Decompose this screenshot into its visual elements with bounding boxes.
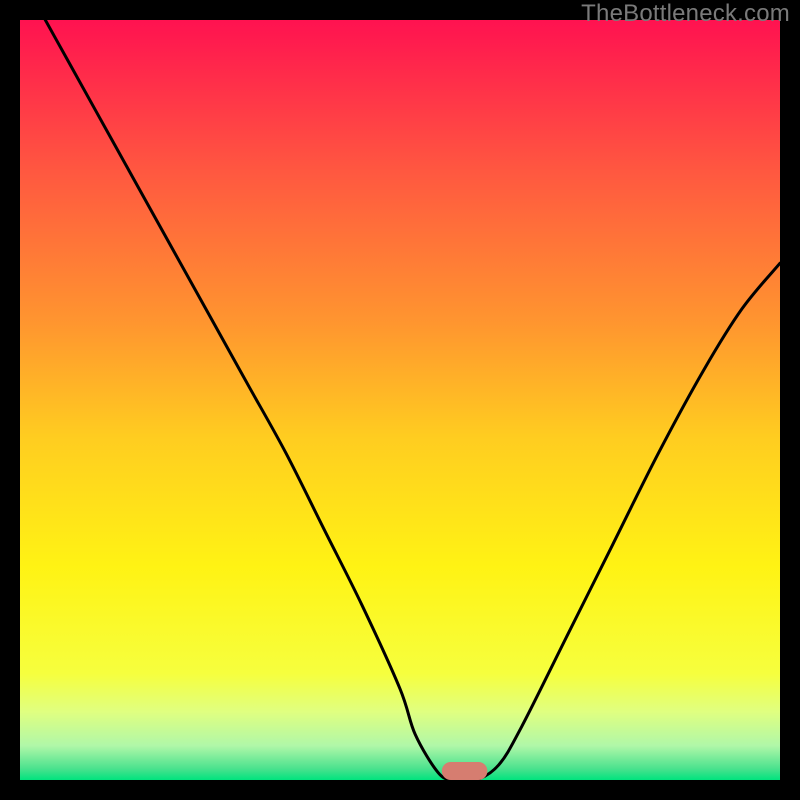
chart-svg [20, 20, 780, 780]
chart-background [20, 20, 780, 780]
watermark-text: TheBottleneck.com [581, 0, 790, 28]
bottleneck-chart [20, 20, 780, 780]
optimal-marker [442, 762, 488, 780]
chart-frame: TheBottleneck.com [0, 0, 800, 800]
